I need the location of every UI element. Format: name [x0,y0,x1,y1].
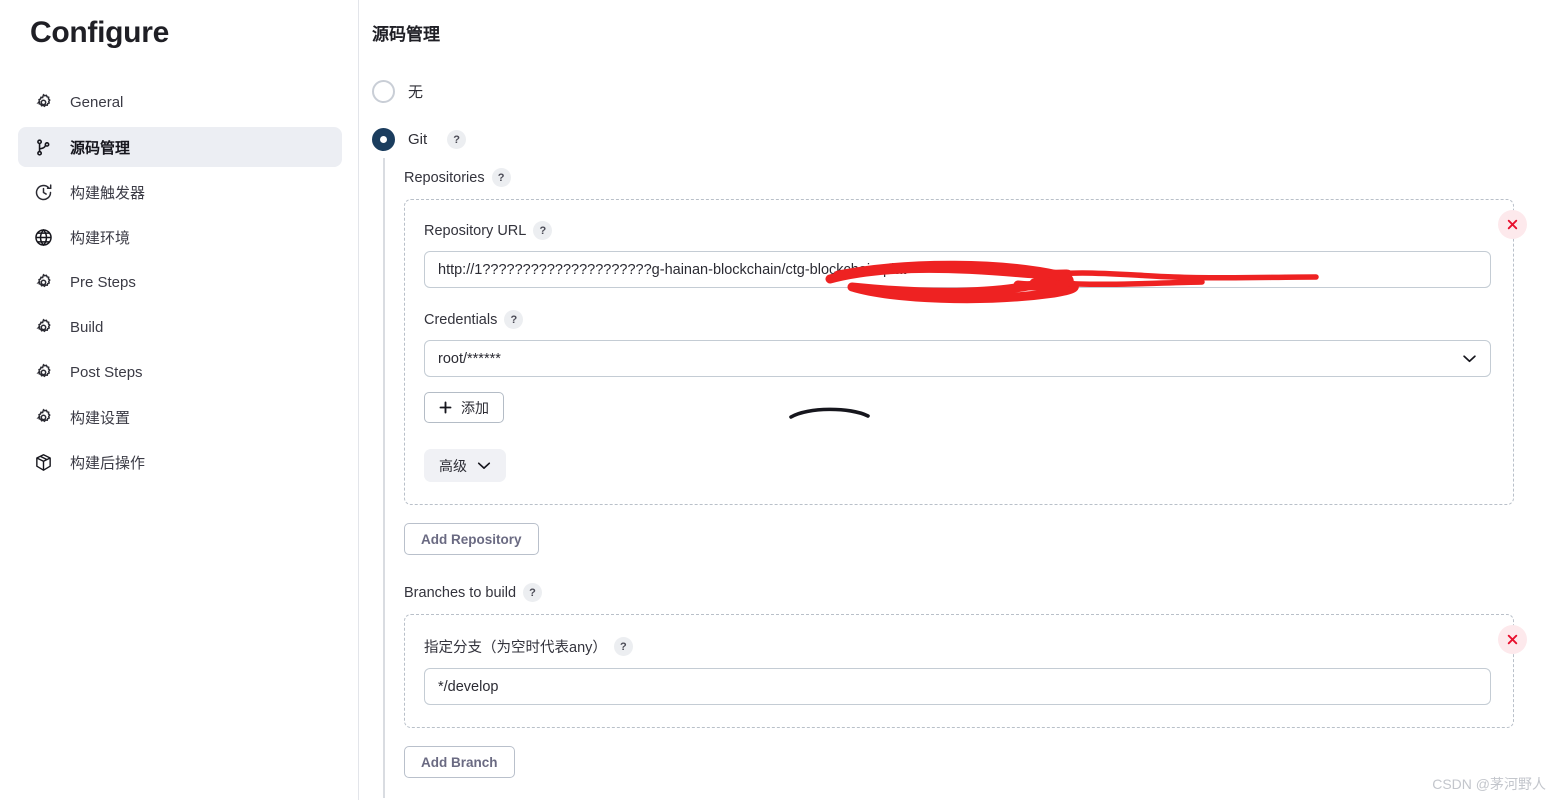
advanced-label: 高级 [439,457,467,474]
sidebar-item-label: 源码管理 [70,139,131,157]
clock-icon [32,181,54,203]
branches-caption-label: Branches to build [404,584,517,601]
sidebar-item-build-triggers[interactable]: 构建触发器 [18,172,342,212]
sidebar-item-label: 构建触发器 [70,184,146,202]
git-branch-icon [32,136,54,158]
sidebar-item-build-settings[interactable]: 构建设置 [18,397,342,437]
radio-git-indicator[interactable] [372,128,395,151]
delete-branch-button[interactable] [1498,625,1527,654]
branch-specifier-label: 指定分支（为空时代表any） ? [424,636,1491,657]
sidebar-nav: General 源码管理 构建触发器 构建环境 Pre Steps Build … [18,82,342,487]
sidebar-item-pre-steps[interactable]: Pre Steps [18,262,342,302]
advanced-button[interactable]: 高级 [424,449,506,482]
scm-option-git[interactable]: Git ? [372,128,467,151]
gear-icon [32,406,54,428]
delete-repository-button[interactable] [1498,210,1527,239]
help-icon-branches[interactable]: ? [523,583,543,602]
panel-divider [358,0,359,800]
gear-icon [32,361,54,383]
scm-option-git-label: Git [408,131,428,148]
help-icon-branch-specifier[interactable]: ? [613,637,633,656]
sidebar: Configure General 源码管理 构建触发器 构建环境 Pre St… [0,0,358,800]
add-branch-button[interactable]: Add Branch [404,746,515,778]
sidebar-item-scm[interactable]: 源码管理 [18,127,342,167]
sidebar-item-post-steps[interactable]: Post Steps [18,352,342,392]
git-section-guide-line [383,158,385,798]
branch-specifier-label-text: 指定分支（为空时代表any） [424,640,607,656]
chevron-down-icon [477,462,491,469]
radio-none-indicator[interactable] [372,80,395,103]
sidebar-item-label: 构建环境 [70,229,131,247]
scm-option-none-label: 无 [408,84,424,101]
watermark: CSDN @茅河野人 [1432,776,1546,792]
sidebar-item-label: Build [70,318,104,336]
sidebar-item-label: Post Steps [70,363,143,381]
repositories-caption: Repositories ? [404,168,1514,187]
credentials-label: Credentials ? [424,310,1491,329]
repository-url-input[interactable]: http://1?????????????????????g-hainan-bl… [424,251,1491,288]
credentials-label-text: Credentials [424,311,498,328]
close-icon [1507,634,1518,645]
package-icon [32,451,54,473]
sidebar-item-general[interactable]: General [18,82,342,122]
branch-specifier-input[interactable]: */develop [424,668,1491,705]
gear-icon [32,91,54,113]
sidebar-item-build-environment[interactable]: 构建环境 [18,217,342,257]
gear-icon [32,271,54,293]
add-repository-button[interactable]: Add Repository [404,523,539,555]
gear-icon [32,316,54,338]
close-icon [1507,219,1518,230]
help-icon-credentials[interactable]: ? [504,310,524,329]
credentials-select[interactable]: root/****** [424,340,1491,377]
branch-block: 指定分支（为空时代表any） ? */develop [404,614,1527,728]
globe-icon [32,226,54,248]
scm-option-none[interactable]: 无 [372,80,423,103]
branches-caption: Branches to build ? [404,583,1514,602]
sidebar-item-label: 构建后操作 [70,454,146,472]
repository-url-label: Repository URL ? [424,221,1491,240]
plus-icon [439,401,452,414]
section-title: 源码管理 [372,25,440,44]
add-credential-button[interactable]: 添加 [424,392,504,423]
add-credential-label: 添加 [461,399,489,416]
sidebar-item-post-build-actions[interactable]: 构建后操作 [18,442,342,482]
repository-url-label-text: Repository URL [424,222,527,239]
help-icon-git[interactable]: ? [447,130,467,149]
sidebar-item-label: General [70,93,124,111]
chevron-down-icon [1463,355,1476,363]
page-title: Configure [30,16,169,49]
help-icon-repository-url[interactable]: ? [533,221,553,240]
repositories-caption-label: Repositories [404,169,485,186]
sidebar-item-build[interactable]: Build [18,307,342,347]
main-panel: 源码管理 无 Git ? Repositories ? Repository U… [360,0,1560,800]
configure-page: Configure General 源码管理 构建触发器 构建环境 Pre St… [0,0,1560,800]
help-icon-repositories[interactable]: ? [491,168,511,187]
sidebar-item-label: 构建设置 [70,409,131,427]
credentials-select-value: root/****** [438,350,501,367]
sidebar-item-label: Pre Steps [70,273,136,291]
git-section-body: Repositories ? Repository URL ? http://1… [404,168,1527,778]
repository-block: Repository URL ? http://1???????????????… [404,199,1527,505]
